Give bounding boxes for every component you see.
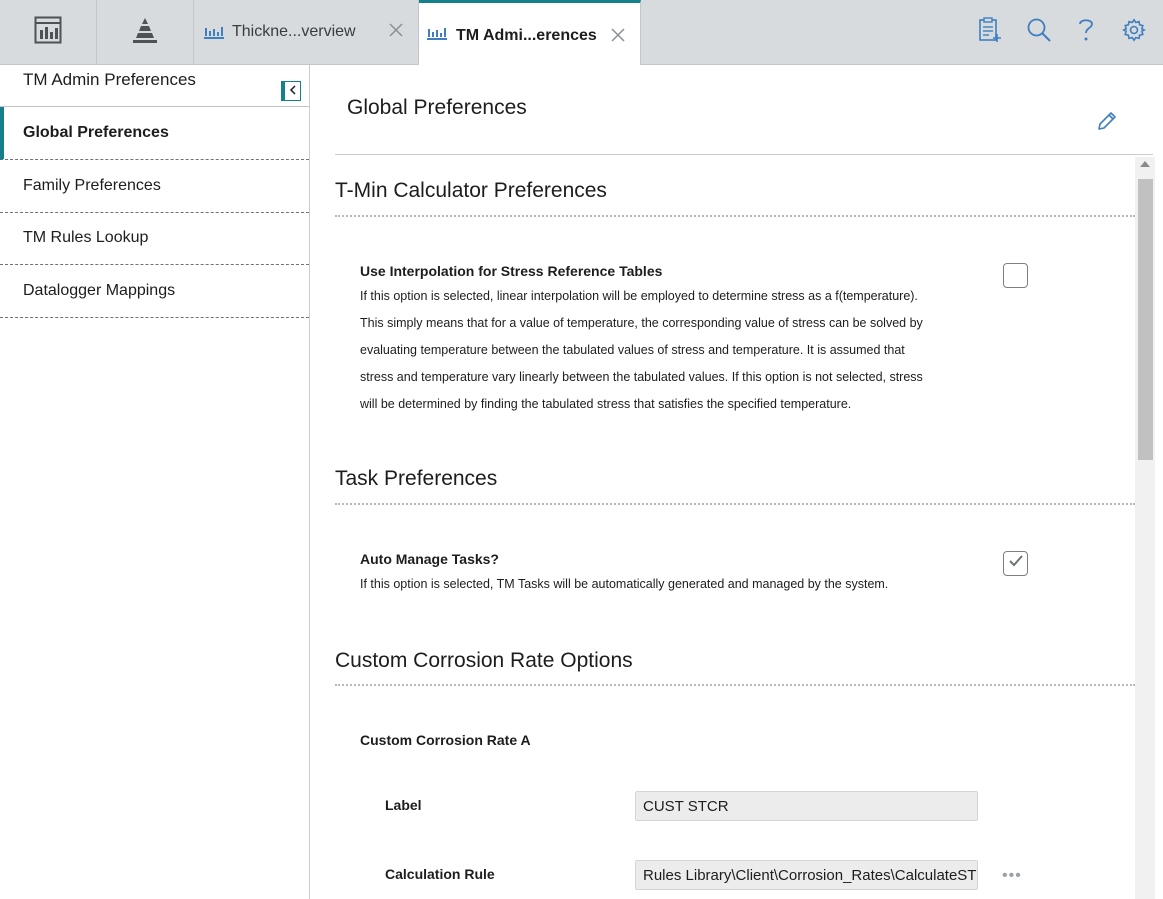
sidebar-item-label: Family Preferences (23, 177, 161, 194)
auto-manage-checkbox[interactable] (1003, 551, 1028, 576)
main-panel: Global Preferences T-Min Calculator Pref… (311, 65, 1163, 899)
pyramid-icon (130, 16, 160, 49)
section-title-corrosion: Custom Corrosion Rate Options (335, 649, 633, 672)
search-button[interactable] (1025, 18, 1053, 46)
corrosion-rate-a-title: Custom Corrosion Rate A (360, 732, 531, 748)
dashboard-button[interactable] (0, 0, 97, 64)
pencil-icon (1096, 112, 1118, 136)
desc-line: will be determined by finding the tabula… (360, 397, 852, 411)
scroll-up-arrow-icon[interactable] (1140, 161, 1150, 167)
tab-label: TM Admi...erences (456, 27, 597, 44)
new-task-button[interactable] (976, 16, 1004, 48)
dashboard-icon (34, 16, 62, 49)
calculation-rule-label: Calculation Rule (385, 866, 495, 882)
pref-desc-auto-manage: If this option is selected, TM Tasks wil… (360, 577, 889, 591)
clipboard-add-icon (978, 16, 1002, 48)
sidebar-item-global-preferences[interactable]: Global Preferences (0, 107, 309, 160)
pref-desc-interpolation: If this option is selected, linear inter… (360, 283, 960, 418)
chart-icon (204, 24, 224, 45)
check-icon (1008, 554, 1024, 573)
sidebar-item-label: Datalogger Mappings (23, 282, 176, 299)
sidebar-item-tm-rules-lookup[interactable]: TM Rules Lookup (0, 212, 309, 265)
desc-line: If this option is selected, linear inter… (360, 289, 918, 303)
chart-icon (427, 25, 447, 46)
section-divider (335, 215, 1135, 217)
section-title-task: Task Preferences (335, 467, 498, 490)
help-icon (1076, 17, 1096, 48)
edit-button[interactable] (1096, 110, 1120, 134)
label-field-label: Label (385, 797, 422, 813)
pref-title-interpolation: Use Interpolation for Stress Reference T… (360, 263, 663, 279)
collapse-sidebar-button[interactable] (281, 81, 301, 101)
pref-title-auto-manage: Auto Manage Tasks? (360, 551, 499, 567)
tab-tm-admin-preferences[interactable]: TM Admi...erences (419, 0, 641, 65)
label-field-input[interactable]: CUST STCR (635, 791, 978, 821)
page-title: Global Preferences (347, 96, 527, 119)
sidebar-item-label: TM Rules Lookup (23, 229, 149, 246)
desc-line: evaluating temperature between the tabul… (360, 343, 905, 357)
sidebar-item-label: Global Preferences (23, 124, 169, 141)
vertical-scrollbar[interactable] (1135, 157, 1155, 899)
scroll-thumb[interactable] (1138, 179, 1153, 460)
interpolation-checkbox[interactable] (1003, 263, 1028, 288)
section-divider (335, 503, 1135, 505)
section-divider (335, 684, 1135, 686)
sidebar-item-family-preferences[interactable]: Family Preferences (0, 160, 309, 213)
settings-button[interactable] (1120, 17, 1148, 47)
strategy-button[interactable] (97, 0, 194, 64)
calculation-rule-input[interactable]: Rules Library\Client\Corrosion_Rates\Cal… (635, 860, 978, 890)
help-button[interactable] (1072, 18, 1100, 46)
sidebar-title: TM Admin Preferences (23, 70, 196, 89)
search-icon (1026, 17, 1052, 48)
tab-label: Thickne...verview (232, 23, 356, 40)
more-options-button[interactable]: ••• (1002, 867, 1022, 885)
desc-line: This simply means that for a value of te… (360, 316, 923, 330)
tab-thickness-overview[interactable]: Thickne...verview (194, 0, 419, 64)
desc-line: stress and temperature vary linearly bet… (360, 370, 923, 384)
close-icon[interactable] (388, 22, 404, 43)
sidebar: TM Admin Preferences Global Preferences … (0, 65, 310, 899)
preferences-scroll-area[interactable]: T-Min Calculator Preferences Use Interpo… (335, 155, 1135, 899)
close-icon[interactable] (610, 27, 626, 48)
section-title-tmin: T-Min Calculator Preferences (335, 179, 607, 202)
sidebar-item-datalogger-mappings[interactable]: Datalogger Mappings (0, 265, 309, 318)
chevron-left-icon (289, 82, 297, 100)
top-tab-bar: Thickne...verview TM Admi...erences (0, 0, 1163, 65)
gear-icon (1122, 17, 1146, 47)
